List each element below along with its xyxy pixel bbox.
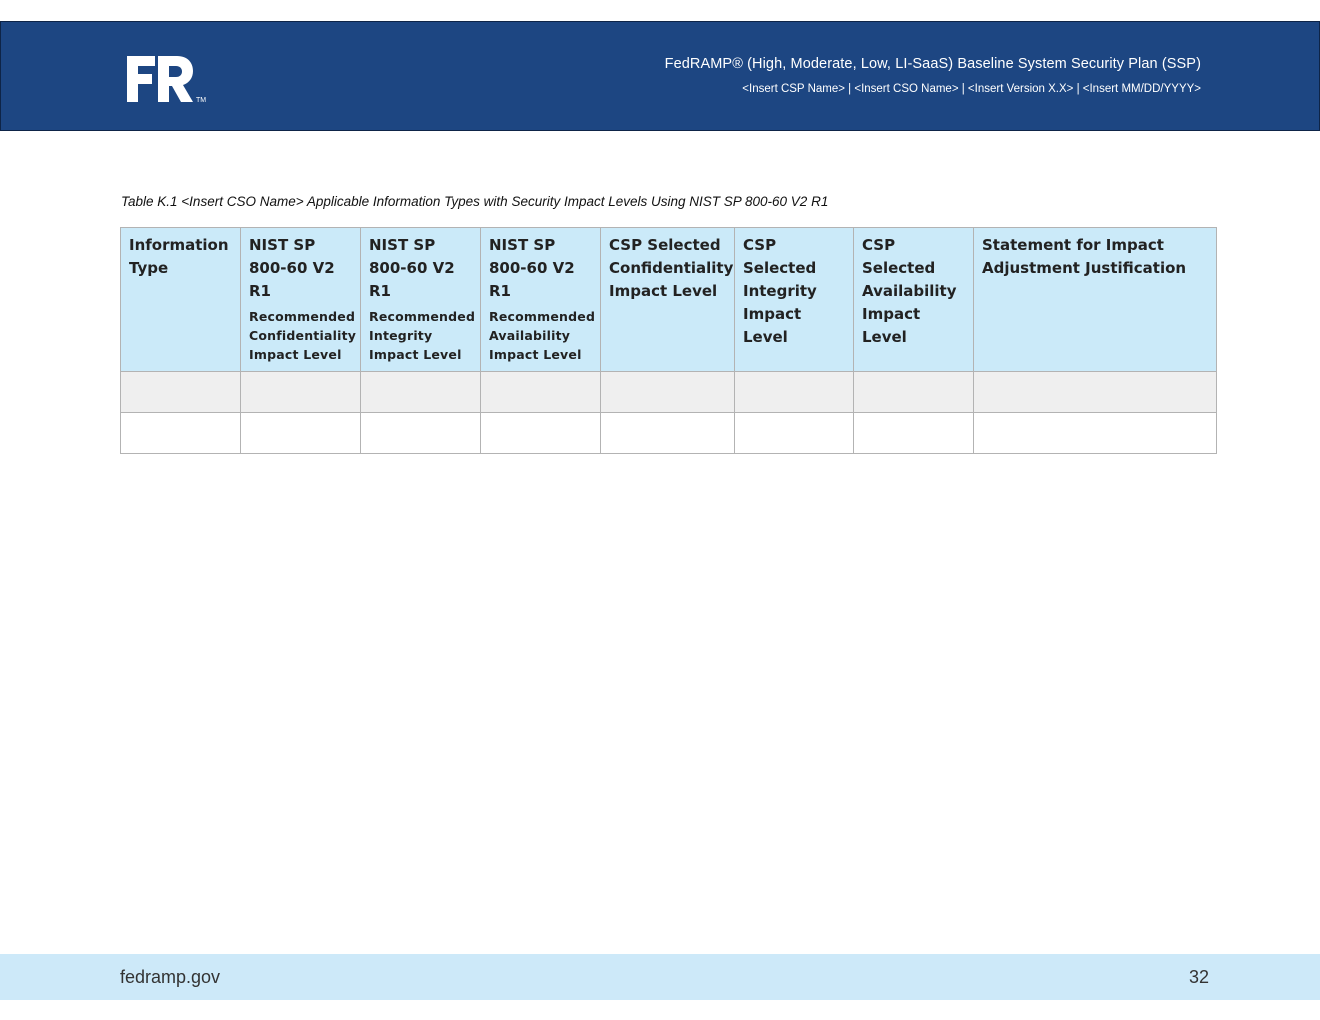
document-title: FedRAMP® (High, Moderate, Low, LI-SaaS) … <box>664 56 1201 72</box>
table-cell[interactable] <box>120 371 241 413</box>
footer-site: fedramp.gov <box>120 967 221 987</box>
document-header: TM FedRAMP® (High, Moderate, Low, LI-Saa… <box>0 21 1320 131</box>
table-row <box>120 371 1217 413</box>
table-cell[interactable] <box>734 412 854 454</box>
table-caption: Table K.1 <Insert CSO Name> Applicable I… <box>121 194 829 209</box>
table-row <box>120 412 1217 454</box>
col-csp-availability: CSP Selected Availability Impact Level <box>853 227 974 372</box>
table-cell[interactable] <box>120 412 241 454</box>
table-cell[interactable] <box>360 371 481 413</box>
table-cell[interactable] <box>600 412 735 454</box>
table-cell[interactable] <box>480 371 601 413</box>
information-types-table: Information Type NIST SP 800-60 V2 R1 Rec… <box>120 227 1217 454</box>
table-cell[interactable] <box>480 412 601 454</box>
col-nist-confidentiality: NIST SP 800-60 V2 R1 Recommended Confiden… <box>240 227 361 372</box>
table-cell[interactable] <box>973 371 1217 413</box>
document-footer: fedramp.gov 32 <box>0 954 1320 1000</box>
col-nist-availability: NIST SP 800-60 V2 R1 Recommended Availabi… <box>480 227 601 372</box>
svg-text:TM: TM <box>196 97 206 104</box>
col-justification: Statement for Impact Adjustment Justific… <box>973 227 1217 372</box>
table-cell[interactable] <box>600 371 735 413</box>
table-cell[interactable] <box>360 412 481 454</box>
table-cell[interactable] <box>853 412 974 454</box>
page-number: 32 <box>1188 967 1209 987</box>
col-information-type: Information Type <box>120 227 241 372</box>
col-csp-integrity: CSP Selected Integrity Impact Level <box>734 227 854 372</box>
fedramp-logo: TM <box>127 56 206 104</box>
table-cell[interactable] <box>734 371 854 413</box>
table-cell[interactable] <box>240 412 361 454</box>
col-csp-confidentiality: CSP Selected Confidentiality Impact Leve… <box>600 227 735 372</box>
table-cell[interactable] <box>853 371 974 413</box>
table-cell[interactable] <box>240 371 361 413</box>
col-nist-integrity: NIST SP 800-60 V2 R1 Recommended Integrit… <box>360 227 481 372</box>
document-subtitle: <Insert CSP Name> | <Insert CSO Name> | … <box>742 83 1201 95</box>
table-cell[interactable] <box>973 412 1217 454</box>
table-header-row: Information Type NIST SP 800-60 V2 R1 Rec… <box>120 227 1217 372</box>
